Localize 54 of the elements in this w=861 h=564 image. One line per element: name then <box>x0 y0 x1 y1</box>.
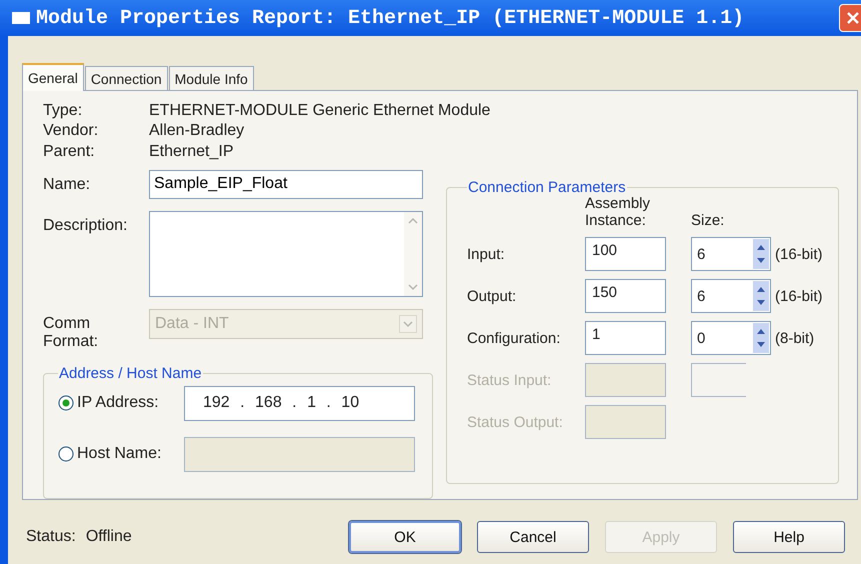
column-header: Assembly Instance: <box>585 196 652 229</box>
field-label: Vendor: <box>43 122 100 140</box>
description-field[interactable] <box>149 210 423 297</box>
spin-arrows-icon[interactable] <box>753 281 769 311</box>
field-label: Name: <box>43 174 92 194</box>
radio-selected-icon[interactable] <box>58 395 74 412</box>
window-title: Module Properties Report: Ethernet_IP (ETHERNET-MODULE 1.1) <box>36 6 746 30</box>
field-value: ETHERNET-MODULE Generic Ethernet Module <box>149 102 490 120</box>
radio-option[interactable]: Host Name: <box>58 445 184 464</box>
close-button[interactable] <box>839 4 861 32</box>
dialog-button[interactable]: OK <box>349 521 461 553</box>
unit-label: (16-bit) <box>774 246 824 262</box>
tab[interactable]: Connection <box>84 66 168 90</box>
host-name-field[interactable] <box>184 436 415 472</box>
window-icon <box>12 12 30 24</box>
field-label: Status Input: <box>467 372 552 388</box>
instance-field[interactable]: 100 <box>585 237 666 271</box>
dialog-button[interactable]: Help <box>733 521 845 553</box>
status-value: Offline <box>86 528 132 546</box>
field-value: Ethernet_IP <box>149 142 234 161</box>
field-label: Status Output: <box>467 414 564 430</box>
field-value: Allen-Bradley <box>149 122 244 140</box>
field-label: Parent: <box>43 142 96 161</box>
status-label: Status: <box>26 528 76 546</box>
radio-option[interactable]: IP Address: <box>58 394 184 412</box>
group-title: Connection Parameters <box>467 179 627 196</box>
column-header: Size: <box>691 212 726 229</box>
instance-field[interactable] <box>585 405 666 439</box>
field-label: Output: <box>467 288 518 304</box>
name-field[interactable]: Sample_EIP_Float <box>149 170 423 199</box>
field-label: Input: <box>467 246 506 262</box>
size-spinner[interactable]: 0 <box>691 321 771 355</box>
unit-label: (8-bit) <box>774 330 816 346</box>
dialog-button[interactable]: Cancel <box>477 521 589 553</box>
field-label: Configuration: <box>467 330 562 346</box>
instance-field[interactable]: 1 <box>585 321 666 355</box>
instance-field[interactable] <box>585 363 666 397</box>
field-label: Type: <box>43 102 84 120</box>
scrollbar[interactable] <box>404 212 422 296</box>
radio-icon[interactable] <box>58 446 74 462</box>
group-title: Address / Host Name <box>58 364 203 382</box>
close-icon <box>846 11 860 25</box>
size-spinner[interactable]: 6 <box>691 279 771 313</box>
size-spinner[interactable]: 6 <box>691 237 771 271</box>
tab[interactable]: Module Info <box>168 66 254 90</box>
spin-arrows-icon[interactable] <box>753 323 769 353</box>
ip-address-field[interactable]: 192 . 168 . 1 . 10 <box>184 386 415 421</box>
field-label: Comm Format: <box>43 314 100 351</box>
instance-field[interactable]: 150 <box>585 279 666 313</box>
dropdown-icon <box>399 314 417 333</box>
unit-label: (16-bit) <box>774 288 824 304</box>
tab[interactable]: General <box>22 63 84 91</box>
spin-arrows-icon[interactable] <box>753 239 769 269</box>
field-label: Description: <box>43 216 128 235</box>
